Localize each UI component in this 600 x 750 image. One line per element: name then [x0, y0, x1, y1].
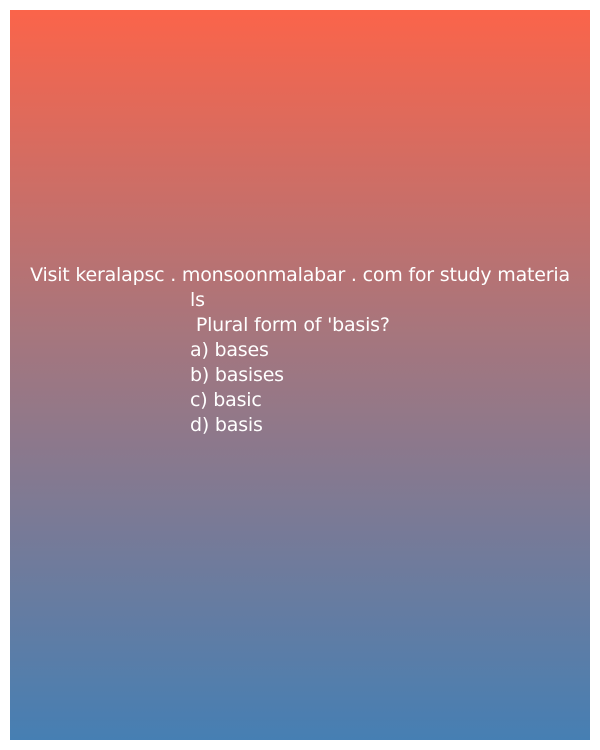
option-b: b) basises: [190, 364, 284, 386]
option-d: d) basis: [190, 414, 263, 436]
quiz-card: Visit keralapsc . monsoonmalabar . com f…: [10, 10, 590, 740]
question-text: Plural form of 'basis?: [190, 314, 390, 336]
promo-text-part-1: Visit keralapsc . monsoonmalabar . com f…: [30, 264, 570, 286]
option-a: a) bases: [190, 339, 269, 361]
promo-line: Visit keralapsc . monsoonmalabar . com f…: [10, 263, 590, 311]
card-content: Visit keralapsc . monsoonmalabar . com f…: [10, 263, 590, 438]
option-c: c) basic: [190, 389, 262, 411]
